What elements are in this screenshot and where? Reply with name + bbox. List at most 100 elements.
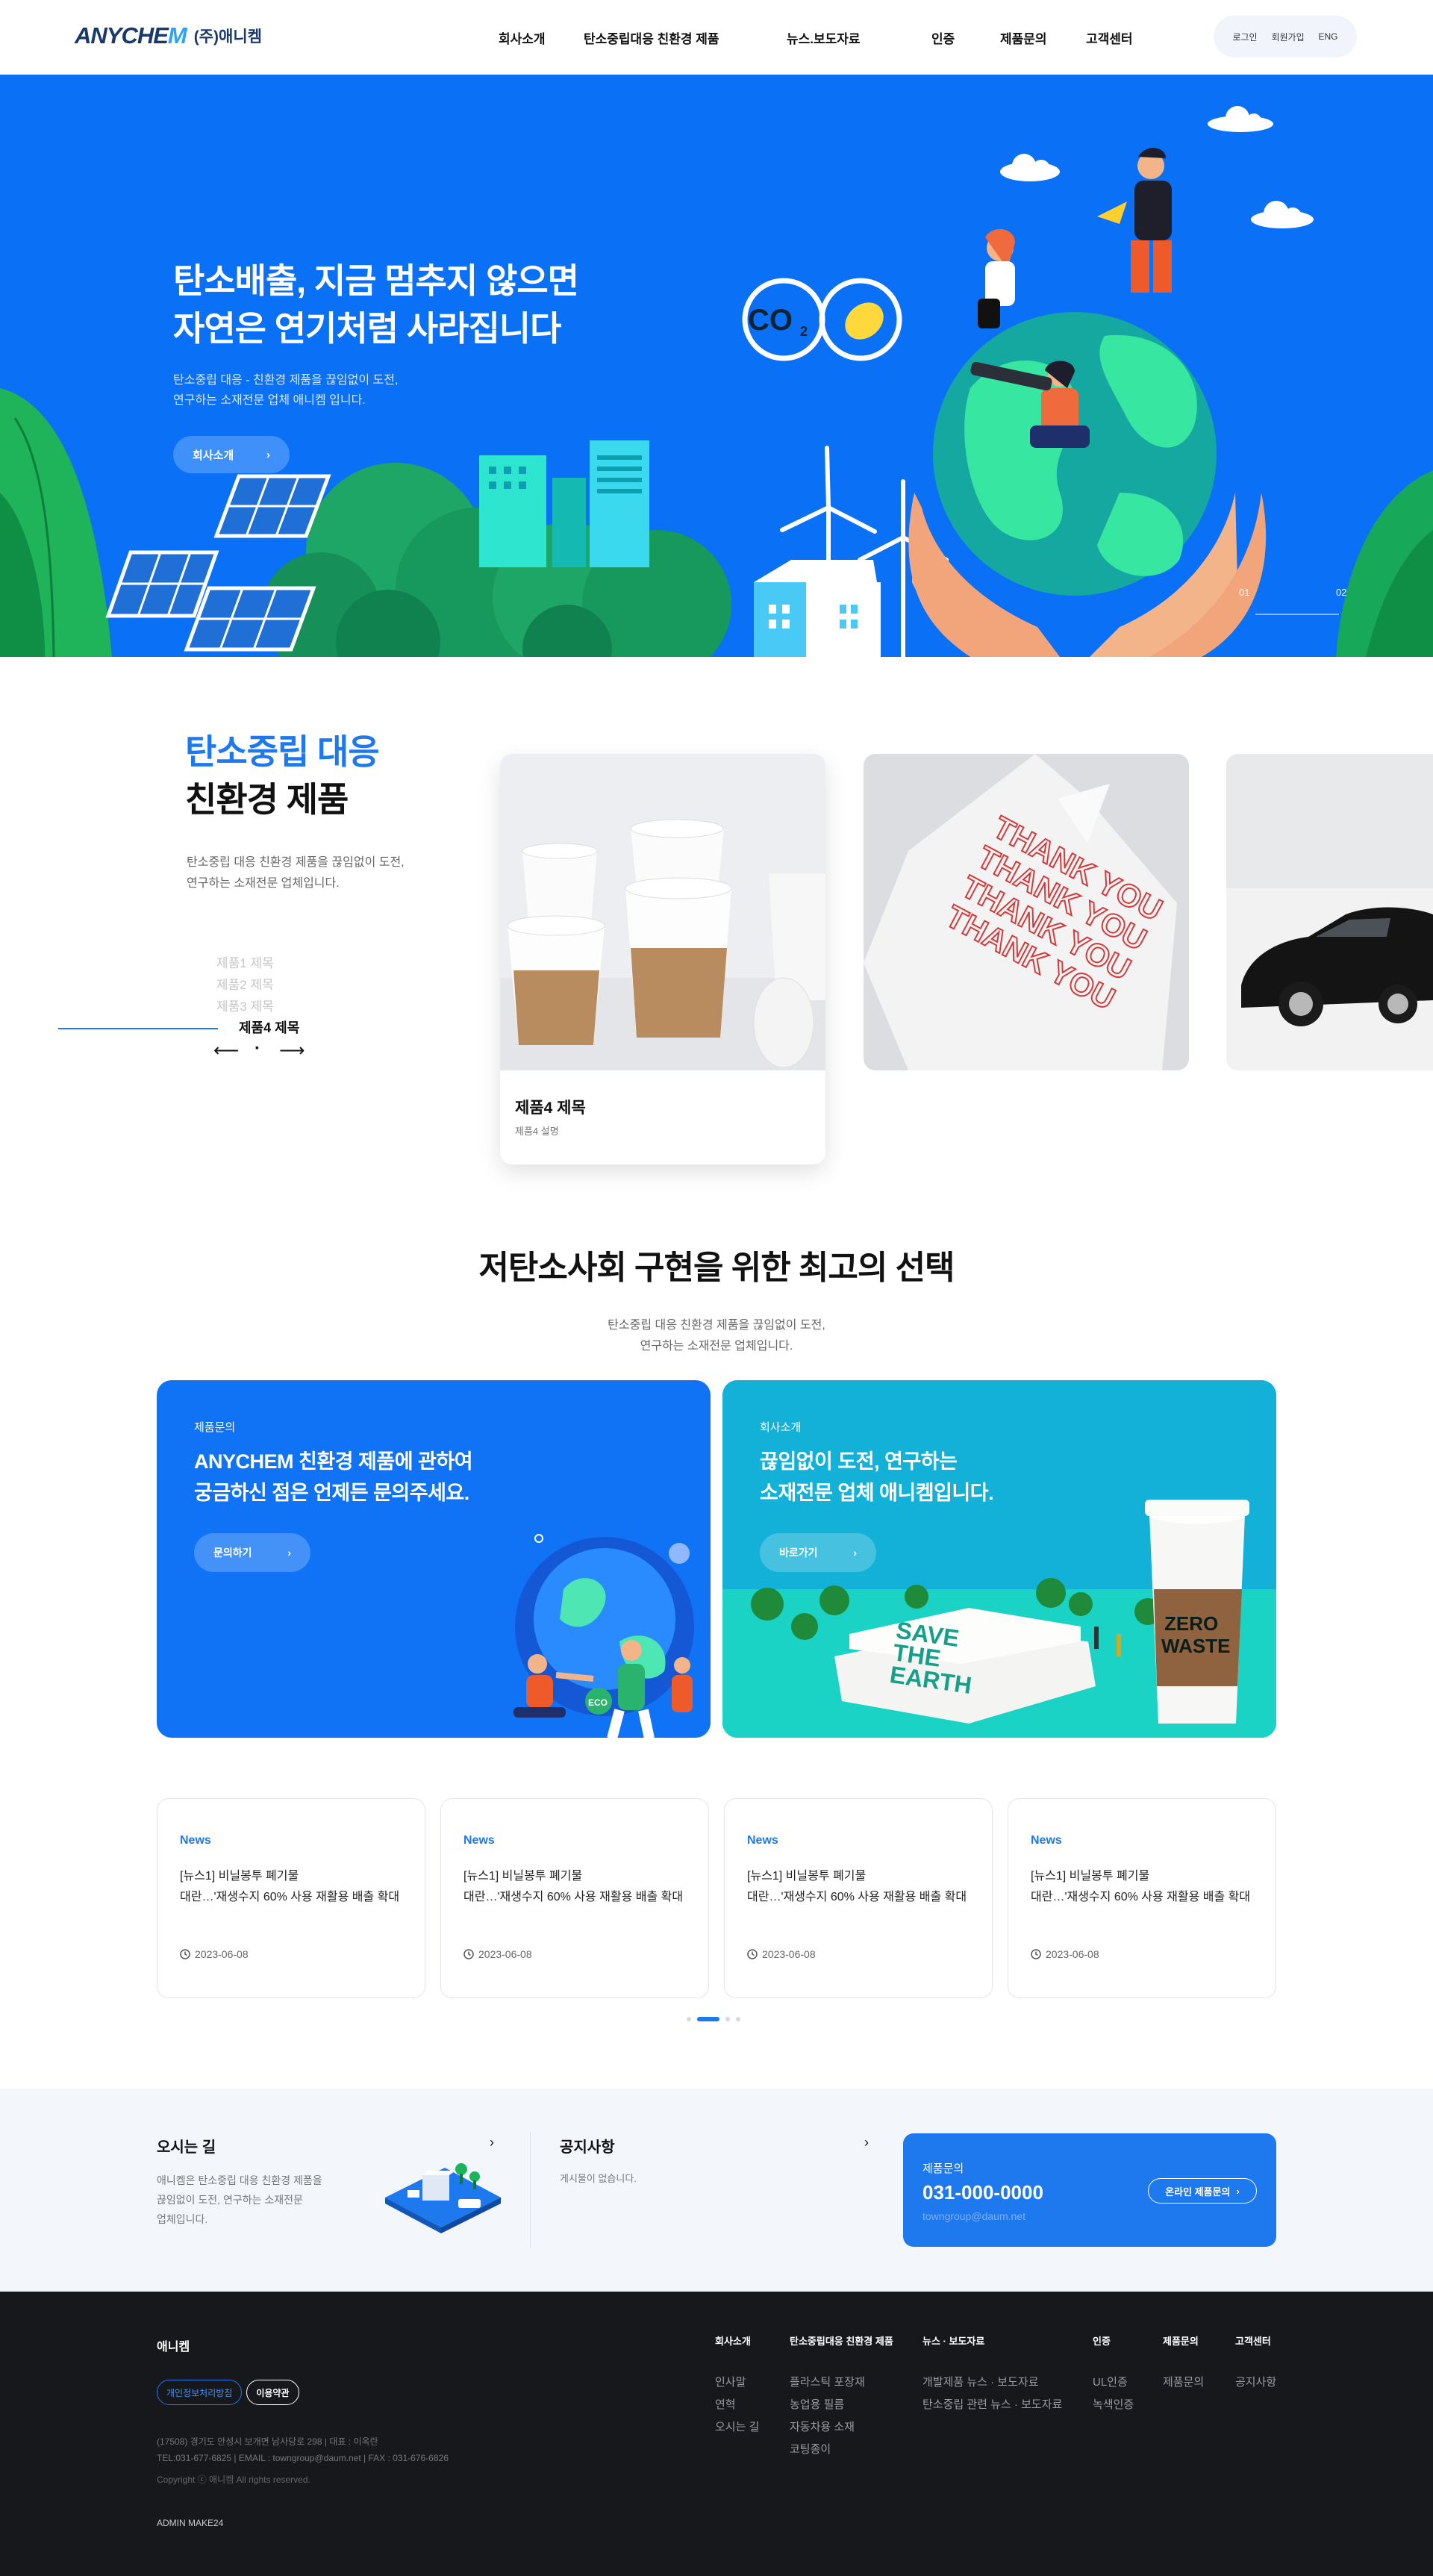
nav-item-company[interactable]: 회사소개 bbox=[499, 28, 546, 47]
hero-subtitle: 탄소중립 대응 - 친환경 제품을 끊임없이 도전, 연구하는 소재전문 업체 … bbox=[173, 374, 399, 407]
product-card-subtitle: 제품4 설명 bbox=[515, 1126, 559, 1137]
footer-link[interactable]: 오시는 길 bbox=[715, 2416, 759, 2439]
hero-pager-01[interactable]: 01 bbox=[1239, 587, 1249, 598]
footer-address: (17508) 경기도 안성시 보개면 남사당로 298 | 대표 : 이옥란 … bbox=[157, 2436, 449, 2463]
cup-text-waste: WASTE bbox=[1161, 1635, 1230, 1657]
pagination-dot-active[interactable] bbox=[697, 2017, 719, 2021]
terms-link[interactable]: 이용약관 bbox=[246, 2380, 299, 2405]
footer-policy-links: 개인정보처리방침 이용약관 bbox=[157, 2380, 299, 2405]
inquiry-promo-card[interactable]: ECO 제품문의 ANYCHEM 친환경 제품에 관하여 궁금하신 점은 언제든… bbox=[157, 1380, 711, 1738]
notice-title[interactable]: 공지사항 bbox=[560, 2135, 615, 2156]
footer-admin-link[interactable]: ADMIN MAKE24 bbox=[157, 2518, 223, 2528]
hero-title: 탄소배출, 지금 멈추지 않으면 자연은 연기처럼 사라집니다 bbox=[173, 261, 579, 348]
footer-link[interactable]: 인사말 bbox=[715, 2371, 759, 2394]
pagination-dot[interactable] bbox=[736, 2017, 740, 2021]
news-date: 2023-06-08 bbox=[463, 1948, 532, 1960]
footer-link[interactable]: 탄소중립 관련 뉴스 · 보도자료 bbox=[922, 2394, 1062, 2416]
hero-pager-02[interactable]: 02 bbox=[1336, 587, 1346, 598]
pagination-dot[interactable] bbox=[687, 2017, 691, 2021]
notice-chevron-icon[interactable]: › bbox=[864, 2135, 869, 2151]
contact-card: 제품문의 031-000-0000 towngroup@daum.net 온라인… bbox=[903, 2133, 1276, 2247]
footer-link[interactable]: 공지사항 bbox=[1235, 2371, 1276, 2394]
online-inquiry-button[interactable]: 온라인 제품문의 › bbox=[1148, 2178, 1257, 2204]
footer-link[interactable]: 개발제품 뉴스 · 보도자료 bbox=[922, 2371, 1062, 2394]
nav-item-eco-products[interactable]: 탄소중립대응 친환경 제품 bbox=[584, 28, 719, 47]
signup-link[interactable]: 회원가입 bbox=[1271, 31, 1304, 43]
footer-link[interactable]: 자동차용 소재 bbox=[790, 2416, 893, 2439]
contact-phone: 031-000-0000 bbox=[922, 2181, 1043, 2204]
pagination-dot[interactable] bbox=[725, 2017, 730, 2021]
news-card[interactable]: News [뉴스1] 비닐봉투 폐기물 대란…'재생수지 60% 사용 재활용 배… bbox=[440, 1798, 709, 1998]
news-tag: News bbox=[747, 1834, 778, 1847]
hero-company-button[interactable]: 회사소개 › bbox=[173, 436, 290, 473]
footer-link[interactable]: 연혁 bbox=[715, 2394, 759, 2416]
product-card-active[interactable]: 제품4 제목 제품4 설명 bbox=[500, 754, 825, 1164]
chevron-right-icon: › bbox=[287, 1547, 291, 1559]
news-title: [뉴스1] 비닐봉투 폐기물 대란…'재생수지 60% 사용 재활용 배출 확대 bbox=[1031, 1870, 1251, 1903]
footer-link[interactable]: 농업용 필름 bbox=[790, 2394, 893, 2416]
footer-col-news: 뉴스 · 보도자료 개발제품 뉴스 · 보도자료 탄소중립 관련 뉴스 · 보도… bbox=[922, 2333, 1062, 2416]
footer-link[interactable]: UL인증 bbox=[1093, 2371, 1134, 2394]
chevron-right-icon: › bbox=[853, 1547, 857, 1559]
go-button[interactable]: 바로가기 › bbox=[760, 1533, 876, 1572]
news-title: [뉴스1] 비닐봉투 폐기물 대란…'재생수지 60% 사용 재활용 배출 확대 bbox=[463, 1870, 684, 1903]
footer-link[interactable]: 코팅종이 bbox=[790, 2439, 893, 2461]
paper-cups-image bbox=[500, 754, 825, 1070]
contact-label: 제품문의 bbox=[922, 2162, 964, 2175]
arrow-right-icon[interactable]: ⟶ bbox=[279, 1040, 305, 1061]
hero-illustration: CO 2 bbox=[0, 106, 1433, 657]
product-list-item[interactable]: 제품3 제목 bbox=[216, 996, 299, 1017]
footer-company-name: 애니켐 bbox=[157, 2341, 190, 2354]
location-map-icon bbox=[385, 2163, 501, 2233]
footer-link[interactable]: 녹색인증 bbox=[1093, 2394, 1134, 2416]
news-pagination bbox=[687, 2017, 740, 2021]
inquiry-button[interactable]: 문의하기 › bbox=[194, 1533, 310, 1572]
hero-pager-progress bbox=[1255, 614, 1339, 615]
promo-title: 끊임없이 도전, 연구하는 소재전문 업체 애니켐입니다. bbox=[760, 1450, 994, 1504]
news-tag: News bbox=[180, 1834, 211, 1847]
arrow-left-icon[interactable]: ⟵ bbox=[213, 1040, 239, 1061]
login-link[interactable]: 로그인 bbox=[1232, 31, 1257, 43]
product-list-item[interactable]: 제품2 제목 bbox=[216, 974, 299, 996]
product-card-car[interactable] bbox=[1226, 754, 1433, 1070]
footer-link[interactable]: 제품문의 bbox=[1163, 2371, 1204, 2394]
clock-icon bbox=[180, 1949, 190, 1959]
choice-section-title: 저탄소사회 구현을 위한 최고의 선택 bbox=[478, 1250, 955, 1286]
pause-icon[interactable]: ▪ bbox=[255, 1041, 259, 1053]
nav-item-support[interactable]: 고객센터 bbox=[1086, 28, 1133, 47]
product-list-item-active[interactable]: 제품4 제목 bbox=[239, 1017, 299, 1039]
clock-icon bbox=[747, 1949, 758, 1959]
nav-item-certification[interactable]: 인증 bbox=[931, 28, 955, 47]
product-card-plastic-bag[interactable]: THANK YOU THANK YOU THANK YOU THANK YOU bbox=[864, 754, 1189, 1070]
product-card-title: 제품4 제목 bbox=[515, 1100, 586, 1117]
product-list-item[interactable]: 제품1 제목 bbox=[216, 952, 299, 974]
co2-subscript: 2 bbox=[800, 324, 808, 339]
products-title: 탄소중립 대응 친환경 제품 bbox=[185, 732, 380, 819]
news-tag: News bbox=[463, 1834, 495, 1847]
news-date: 2023-06-08 bbox=[180, 1948, 249, 1960]
footer-col-certification: 인증 UL인증 녹색인증 bbox=[1093, 2333, 1134, 2416]
news-card[interactable]: News [뉴스1] 비닐봉투 폐기물 대란…'재생수지 60% 사용 재활용 배… bbox=[157, 1798, 425, 1998]
nav-item-inquiry[interactable]: 제품문의 bbox=[1000, 28, 1047, 47]
news-card[interactable]: News [뉴스1] 비닐봉투 폐기물 대란…'재생수지 60% 사용 재활용 배… bbox=[1008, 1798, 1276, 1998]
language-link[interactable]: ENG bbox=[1319, 31, 1338, 42]
black-car-image bbox=[1226, 754, 1433, 1070]
news-title: [뉴스1] 비닐봉투 폐기물 대란…'재생수지 60% 사용 재활용 배출 확대 bbox=[747, 1870, 967, 1903]
site-footer: 애니켐 개인정보처리방침 이용약관 (17508) 경기도 안성시 보개면 남사… bbox=[0, 2292, 1433, 2576]
company-promo-card[interactable]: SAVE THE EARTH ZERO WASTE 회사소개 끊임없이 도전, … bbox=[722, 1380, 1276, 1738]
plastic-bag-image: THANK YOU THANK YOU THANK YOU THANK YOU bbox=[864, 754, 1189, 1070]
footer-link[interactable]: 플라스틱 포장재 bbox=[790, 2371, 893, 2394]
utility-menu: 로그인 회원가입 ENG bbox=[1214, 16, 1357, 57]
privacy-policy-link[interactable]: 개인정보처리방침 bbox=[157, 2380, 243, 2405]
product-list-indicator bbox=[58, 1028, 218, 1029]
footer-col-company: 회사소개 인사말 연혁 오시는 길 bbox=[715, 2333, 759, 2439]
nav-item-news[interactable]: 뉴스.보도자료 bbox=[787, 28, 861, 47]
clock-icon bbox=[463, 1949, 474, 1959]
choice-section-description: 탄소중립 대응 친환경 제품을 끊임없이 도전, 연구하는 소재전문 업체입니다… bbox=[608, 1319, 825, 1353]
directions-title[interactable]: 오시는 길 bbox=[157, 2135, 216, 2156]
clock-icon bbox=[1031, 1949, 1041, 1959]
product-list: 제품1 제목 제품2 제목 제품3 제목 제품4 제목 bbox=[216, 952, 299, 1039]
cup-text-zero: ZERO bbox=[1164, 1612, 1218, 1635]
news-card[interactable]: News [뉴스1] 비닐봉투 폐기물 대란…'재생수지 60% 사용 재활용 배… bbox=[724, 1798, 993, 1998]
footer-copyright: Copyright ⓒ 애니켐 All rights reserved. bbox=[157, 2474, 310, 2485]
